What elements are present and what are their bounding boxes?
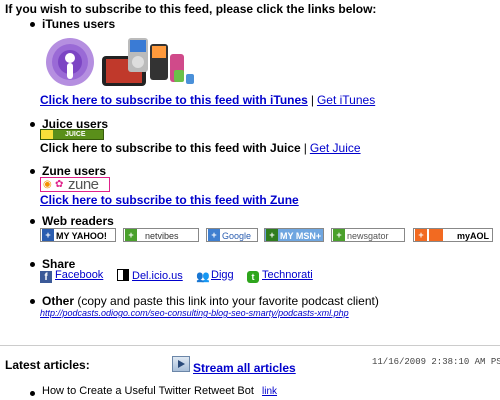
newsgator-button[interactable]: + newsgator (331, 228, 405, 242)
share-digg[interactable]: 👥Digg (196, 269, 234, 283)
separator: | (310, 93, 314, 107)
itunes-podcast-icon (46, 38, 194, 86)
article-title: How to Create a Useful Twitter Retweet B… (42, 385, 254, 397)
google-button[interactable]: + Google (206, 228, 258, 242)
juice-badge[interactable]: JUICE (40, 129, 104, 140)
itunes-banner[interactable] (46, 36, 196, 92)
itunes-heading: iTunes users (42, 17, 116, 31)
zune-badge[interactable]: ◉ ✿ zune (40, 176, 110, 193)
my-aol-button[interactable]: + myAOL (413, 228, 493, 242)
technorati-icon: t (247, 271, 259, 283)
get-itunes-link[interactable]: Get iTunes (317, 93, 375, 107)
zune-badge-label: zune (68, 176, 99, 193)
article-list-item: How to Create a Useful Twitter Retweet B… (42, 385, 277, 397)
my-msn-label: MY MSN+ (280, 231, 322, 241)
my-aol-label: myAOL (457, 231, 490, 241)
delicious-icon (117, 269, 129, 281)
facebook-link[interactable]: Facebook (55, 269, 103, 281)
bullet (30, 219, 35, 224)
zune-subscribe-link[interactable]: Click here to subscribe to this feed wit… (40, 193, 299, 207)
technorati-link[interactable]: Technorati (262, 269, 313, 281)
my-yahoo-label: MY YAHOO! (56, 231, 107, 241)
bullet (30, 169, 35, 174)
facebook-icon: f (40, 271, 52, 283)
newsgator-label: newsgator (347, 231, 389, 241)
add-icon: + (42, 229, 54, 241)
add-icon: + (125, 229, 137, 241)
separator: | (303, 141, 307, 155)
timestamp: 11/16/2009 2:38:10 AM PS (372, 357, 500, 367)
share-technorati[interactable]: t Technorati (247, 269, 313, 283)
add-icon: + (333, 229, 345, 241)
divider (0, 345, 500, 346)
rss-icon: ◉ (43, 179, 52, 190)
juice-subscribe-text: Click here to subscribe to this feed wit… (40, 141, 301, 155)
article-link[interactable]: link (262, 386, 277, 397)
subscribe-intro: If you wish to subscribe to this feed, p… (5, 2, 377, 16)
other-heading: Other (42, 294, 75, 308)
share-facebook[interactable]: f Facebook (40, 269, 103, 283)
add-icon: + (208, 229, 220, 241)
bullet (30, 299, 35, 304)
netvibes-label: netvibes (145, 231, 179, 241)
juice-line: Click here to subscribe to this feed wit… (40, 141, 361, 155)
web-readers-heading: Web readers (42, 214, 114, 228)
aol-color-block (429, 229, 443, 241)
my-msn-button[interactable]: + MY MSN+ (264, 228, 324, 242)
play-icon[interactable] (172, 356, 190, 372)
digg-link[interactable]: Digg (211, 269, 234, 281)
feed-url-link[interactable]: http://podcasts.odiogo.com/seo-consultin… (40, 308, 349, 318)
add-icon: + (266, 229, 278, 241)
juice-badge-label: JUICE (64, 131, 86, 138)
itunes-line: Click here to subscribe to this feed wit… (40, 93, 375, 107)
zune-line: Click here to subscribe to this feed wit… (40, 193, 299, 207)
get-juice-link[interactable]: Get Juice (310, 141, 361, 155)
digg-icon: 👥 (196, 271, 210, 283)
feed-url-line: http://podcasts.odiogo.com/seo-consultin… (40, 308, 349, 318)
stream-all-articles-link[interactable]: Stream all articles (193, 361, 296, 375)
bullet (30, 122, 35, 127)
share-delicious[interactable]: Del.icio.us (117, 269, 183, 282)
juice-icon (41, 130, 53, 139)
bullet (30, 391, 35, 396)
bullet (30, 22, 35, 27)
itunes-subscribe-link[interactable]: Click here to subscribe to this feed wit… (40, 93, 308, 107)
delicious-link[interactable]: Del.icio.us (132, 270, 183, 282)
google-label: Google (222, 231, 252, 241)
zune-logo-icon: ✿ (55, 179, 64, 190)
netvibes-button[interactable]: + netvibes (123, 228, 199, 242)
latest-articles-label: Latest articles: (5, 358, 90, 372)
other-note: (copy and paste this link into your favo… (77, 294, 379, 308)
bullet (30, 262, 35, 267)
add-icon: + (415, 229, 427, 241)
other-line: Other (copy and paste this link into you… (42, 294, 379, 308)
my-yahoo-button[interactable]: + MY YAHOO! (40, 228, 116, 242)
